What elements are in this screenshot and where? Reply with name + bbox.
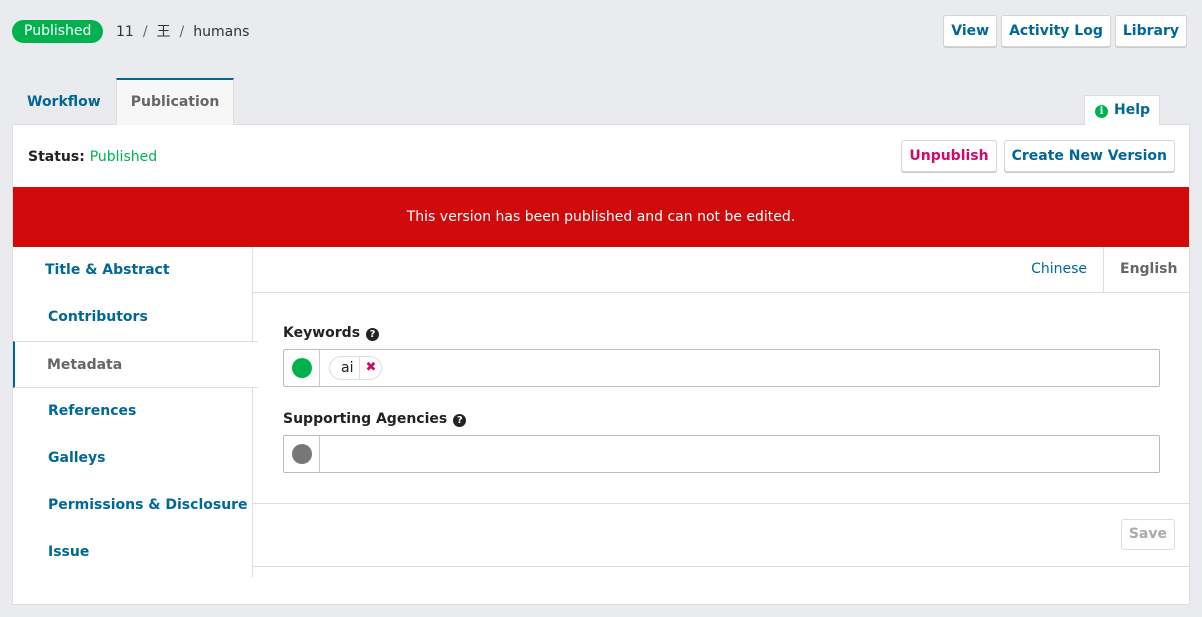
form-footer: Save [253, 503, 1189, 567]
status-value: Published [89, 149, 158, 165]
publication-actions: Unpublish Create New Version [901, 140, 1175, 172]
supporting-agencies-label: Supporting Agencies? [283, 411, 467, 427]
sidebar-item-contributors[interactable]: Contributors [13, 294, 252, 341]
sidebar-item-issue[interactable]: Issue [13, 529, 252, 576]
library-button[interactable]: Library [1114, 15, 1187, 47]
info-icon: i [1095, 105, 1108, 118]
published-warning-banner: This version has been published and can … [13, 187, 1189, 247]
status-label: Status: [28, 149, 85, 165]
multilingual-toggle[interactable] [284, 350, 320, 386]
keywords-label-text: Keywords [283, 325, 361, 341]
help-button[interactable]: i Help [1084, 95, 1160, 125]
keyword-tag: ai ✖ [329, 356, 383, 380]
breadcrumb-separator: / [142, 24, 148, 40]
keywords-input[interactable]: ai ✖ [283, 349, 1160, 387]
help-label: Help [1114, 102, 1151, 118]
language-tab-english[interactable]: English [1103, 247, 1189, 293]
sidebar-item-metadata[interactable]: Metadata [13, 341, 258, 388]
breadcrumb-separator: / [179, 24, 185, 40]
top-header: Published 11 / 王 / humans View Activity Log … [0, 0, 1202, 64]
publication-status: Status: Published [28, 149, 157, 165]
tab-publication[interactable]: Publication [115, 78, 235, 125]
breadcrumb: 11 / 王 / humans [116, 21, 249, 43]
language-tab-chinese[interactable]: Chinese [1015, 247, 1103, 293]
sidebar-item-references[interactable]: References [13, 388, 252, 435]
create-new-version-button[interactable]: Create New Version [1003, 140, 1175, 172]
multilingual-toggle[interactable] [284, 436, 320, 472]
workflow-tabs: Workflow Publication [12, 78, 235, 125]
breadcrumb-id: 11 [116, 24, 134, 40]
remove-tag-icon[interactable]: ✖ [359, 357, 381, 379]
language-switcher: Chinese English [253, 247, 1189, 293]
unpublish-button[interactable]: Unpublish [901, 140, 997, 172]
question-help-icon[interactable]: ? [453, 414, 467, 427]
published-status-pill: Published [12, 20, 104, 43]
submission-actions: View Activity Log Library [943, 15, 1187, 47]
save-button[interactable]: Save [1120, 519, 1175, 550]
sidebar-item-permissions-disclosure[interactable]: Permissions & Disclosure [13, 482, 252, 529]
publication-panel: Status: Published Unpublish Create New V… [12, 124, 1190, 605]
question-help-icon[interactable]: ? [366, 328, 380, 341]
activity-log-button[interactable]: Activity Log [1001, 15, 1111, 47]
sidebar-item-title-abstract[interactable]: Title & Abstract [13, 247, 252, 294]
publication-sidebar: Title & Abstract Contributors Metadata R… [13, 247, 258, 577]
supporting-agencies-input[interactable] [283, 435, 1160, 473]
breadcrumb-author: 王 [156, 24, 171, 40]
supporting-agencies-label-text: Supporting Agencies [283, 411, 448, 427]
globe-icon [291, 444, 312, 464]
sidebar-item-galleys[interactable]: Galleys [13, 435, 252, 482]
breadcrumb-title: humans [193, 24, 250, 40]
view-button[interactable]: View [943, 15, 998, 47]
globe-icon [291, 358, 312, 378]
keywords-label: Keywords? [283, 325, 380, 341]
keyword-tag-label: ai [341, 360, 354, 376]
tab-workflow[interactable]: Workflow [12, 78, 116, 125]
